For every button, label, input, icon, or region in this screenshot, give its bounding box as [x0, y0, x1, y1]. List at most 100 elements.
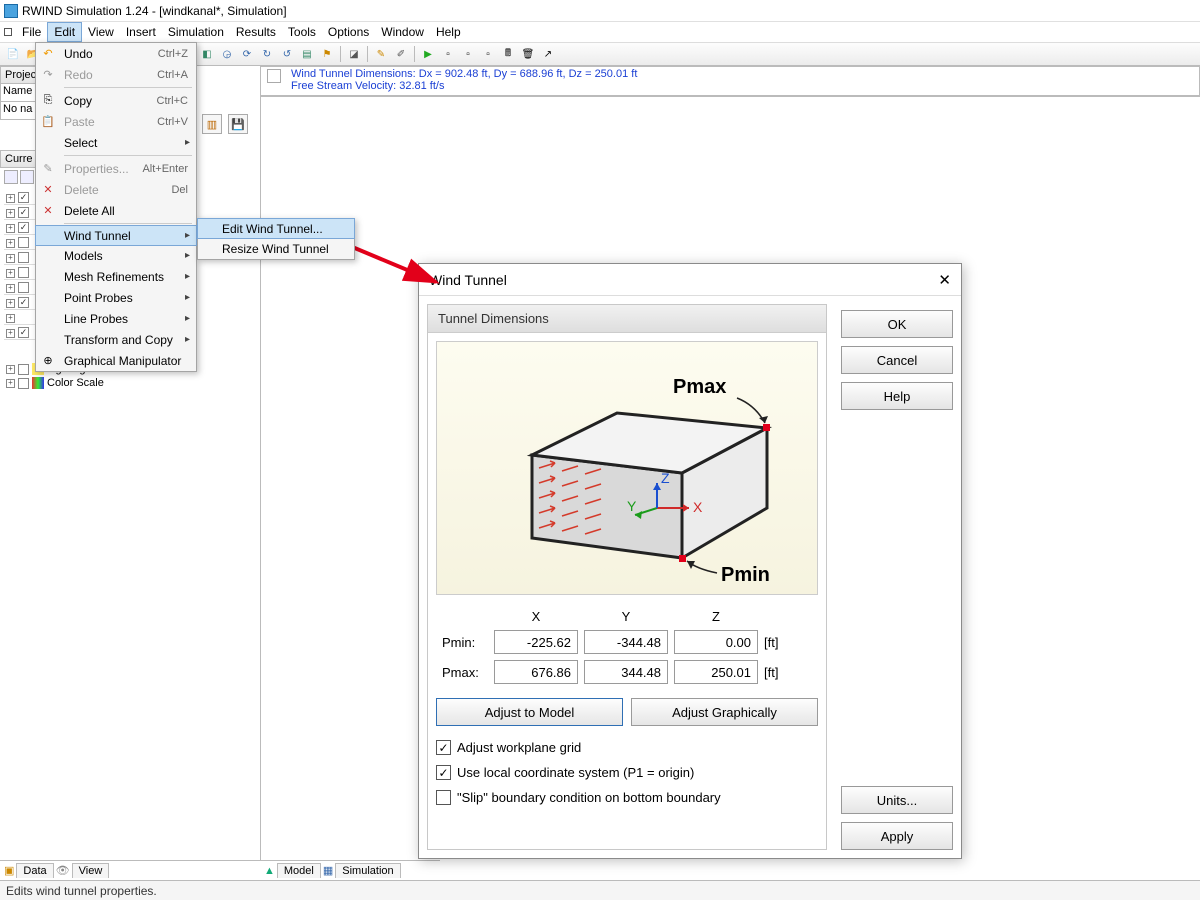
svg-text:Pmin: Pmin — [721, 564, 770, 586]
tab-view[interactable]: View — [72, 863, 110, 878]
mi-delete[interactable]: ✕DeleteDel — [36, 179, 196, 200]
pmax-z[interactable] — [674, 660, 758, 684]
menu-view[interactable]: View — [82, 23, 120, 41]
mi-mesh-refinements[interactable]: Mesh Refinements — [36, 266, 196, 287]
tb-reload[interactable]: ↻ — [258, 45, 276, 63]
checkbox[interactable]: ✓ — [18, 378, 29, 389]
chk-local-coord[interactable]: ✓Use local coordinate system (P1 = origi… — [436, 765, 818, 780]
tab-data[interactable]: Data — [16, 863, 53, 878]
pmin-y[interactable] — [584, 630, 668, 654]
close-icon[interactable]: ✕ — [938, 271, 951, 289]
menu-help[interactable]: Help — [430, 23, 467, 41]
pmax-label: Pmax: — [442, 660, 488, 684]
menu-edit[interactable]: Edit — [47, 22, 82, 42]
ok-button[interactable]: OK — [841, 310, 953, 338]
menu-tools[interactable]: Tools — [282, 23, 322, 41]
expander-icon[interactable]: + — [6, 379, 15, 388]
expander-icon[interactable]: + — [6, 365, 15, 374]
mi-redo[interactable]: ↷RedoCtrl+A — [36, 64, 196, 85]
titlebar: RWIND Simulation 1.24 - [windkanal*, Sim… — [0, 0, 1200, 22]
pmin-z[interactable] — [674, 630, 758, 654]
menu-options[interactable]: Options — [322, 23, 375, 41]
mi-transform-copy[interactable]: Transform and Copy — [36, 329, 196, 350]
project-header: Project — [0, 66, 40, 84]
copy-icon: ⎘ — [40, 93, 56, 109]
tree-colorscale[interactable]: + ✓ Color Scale — [6, 376, 104, 390]
svg-text:Z: Z — [661, 470, 670, 486]
properties-icon: ✎ — [40, 161, 56, 177]
apply-button[interactable]: Apply — [841, 822, 953, 850]
undo-icon: ↶ — [40, 46, 56, 62]
mi-copy[interactable]: ⎘CopyCtrl+C — [36, 90, 196, 111]
btn-s1[interactable]: ▥ — [202, 114, 222, 134]
mi-graphical-manipulator[interactable]: ⊕Graphical Manipulator — [36, 350, 196, 371]
pmax-x[interactable] — [494, 660, 578, 684]
tb-grid[interactable]: ▤ — [298, 45, 316, 63]
smi-resize-wind-tunnel[interactable]: Resize Wind Tunnel — [198, 238, 354, 259]
left-bottom-tabs: ▣ Data 👁 View — [0, 860, 260, 880]
current-header: Curre — [0, 150, 40, 168]
tunnel-illustration: X Y Z Pmax Pmin — [436, 341, 818, 595]
tb-reload2[interactable]: ↺ — [278, 45, 296, 63]
tab-model[interactable]: Model — [277, 863, 321, 878]
tb-del[interactable]: 🗑 — [519, 45, 537, 63]
tb-play[interactable]: ▶ — [419, 45, 437, 63]
pmin-x[interactable] — [494, 630, 578, 654]
redo-icon: ↷ — [40, 67, 56, 83]
cancel-button[interactable]: Cancel — [841, 346, 953, 374]
svg-text:Pmax: Pmax — [673, 376, 726, 398]
mi-delete-all[interactable]: ✕Delete All — [36, 200, 196, 221]
tab-simulation[interactable]: Simulation — [335, 863, 400, 878]
tb-q2[interactable]: ▫ — [459, 45, 477, 63]
tb-flag[interactable]: ⚑ — [318, 45, 336, 63]
btn-s2[interactable]: 💾 — [228, 114, 248, 134]
tb-cube[interactable]: ◪ — [345, 45, 363, 63]
colorscale-icon — [32, 377, 44, 389]
mi-wind-tunnel[interactable]: Wind Tunnel — [35, 225, 197, 246]
info-icon[interactable] — [267, 69, 281, 83]
help-button[interactable]: Help — [841, 382, 953, 410]
chk-slip[interactable]: "Slip" boundary condition on bottom boun… — [436, 790, 818, 805]
svg-text:X: X — [693, 499, 703, 515]
tb-q1[interactable]: ▫ — [439, 45, 457, 63]
tb-pen[interactable]: ✎ — [372, 45, 390, 63]
mi-point-probes[interactable]: Point Probes — [36, 287, 196, 308]
group-title: Tunnel Dimensions — [428, 305, 826, 333]
menu-results[interactable]: Results — [230, 23, 282, 41]
noname: No na — [0, 102, 40, 120]
restore-icon[interactable] — [4, 28, 12, 36]
mi-undo[interactable]: ↶UndoCtrl+Z — [36, 43, 196, 64]
info-line1: Wind Tunnel Dimensions: Dx = 902.48 ft, … — [291, 68, 637, 80]
mi-paste[interactable]: 📋PasteCtrl+V — [36, 111, 196, 132]
info-line2: Free Stream Velocity: 32.81 ft/s — [291, 80, 637, 92]
tb-calc[interactable]: 🖩 — [499, 45, 517, 63]
tb-rotate[interactable]: ⟳ — [238, 45, 256, 63]
menu-simulation[interactable]: Simulation — [162, 23, 230, 41]
tb-q3[interactable]: ▫ — [479, 45, 497, 63]
tb-globe[interactable]: ◶ — [218, 45, 236, 63]
svg-text:Y: Y — [627, 498, 637, 514]
app-title: RWIND Simulation 1.24 - [windkanal*, Sim… — [22, 4, 287, 18]
adjust-to-model-button[interactable]: Adjust to Model — [436, 698, 623, 726]
smi-edit-wind-tunnel[interactable]: Edit Wind Tunnel... — [197, 218, 355, 239]
paste-icon: 📋 — [40, 114, 56, 130]
menu-file[interactable]: File — [16, 23, 47, 41]
menu-window[interactable]: Window — [375, 23, 430, 41]
checkbox[interactable]: ✓ — [18, 364, 29, 375]
delete-all-icon: ✕ — [40, 203, 56, 219]
tb-new[interactable]: 📄 — [4, 45, 22, 63]
mi-select[interactable]: Select — [36, 132, 196, 153]
tb-paint[interactable]: ✐ — [392, 45, 410, 63]
adjust-graphically-button[interactable]: Adjust Graphically — [631, 698, 818, 726]
units-button[interactable]: Units... — [841, 786, 953, 814]
chk-workplane[interactable]: ✓Adjust workplane grid — [436, 740, 818, 755]
menu-insert[interactable]: Insert — [120, 23, 162, 41]
pmax-y[interactable] — [584, 660, 668, 684]
tb-shade[interactable]: ◧ — [198, 45, 216, 63]
tree-btn1[interactable] — [4, 170, 18, 184]
tree-btn2[interactable] — [20, 170, 34, 184]
mi-models[interactable]: Models — [36, 245, 196, 266]
tb-exp[interactable]: ↗ — [539, 45, 557, 63]
mi-properties[interactable]: ✎Properties...Alt+Enter — [36, 158, 196, 179]
mi-line-probes[interactable]: Line Probes — [36, 308, 196, 329]
